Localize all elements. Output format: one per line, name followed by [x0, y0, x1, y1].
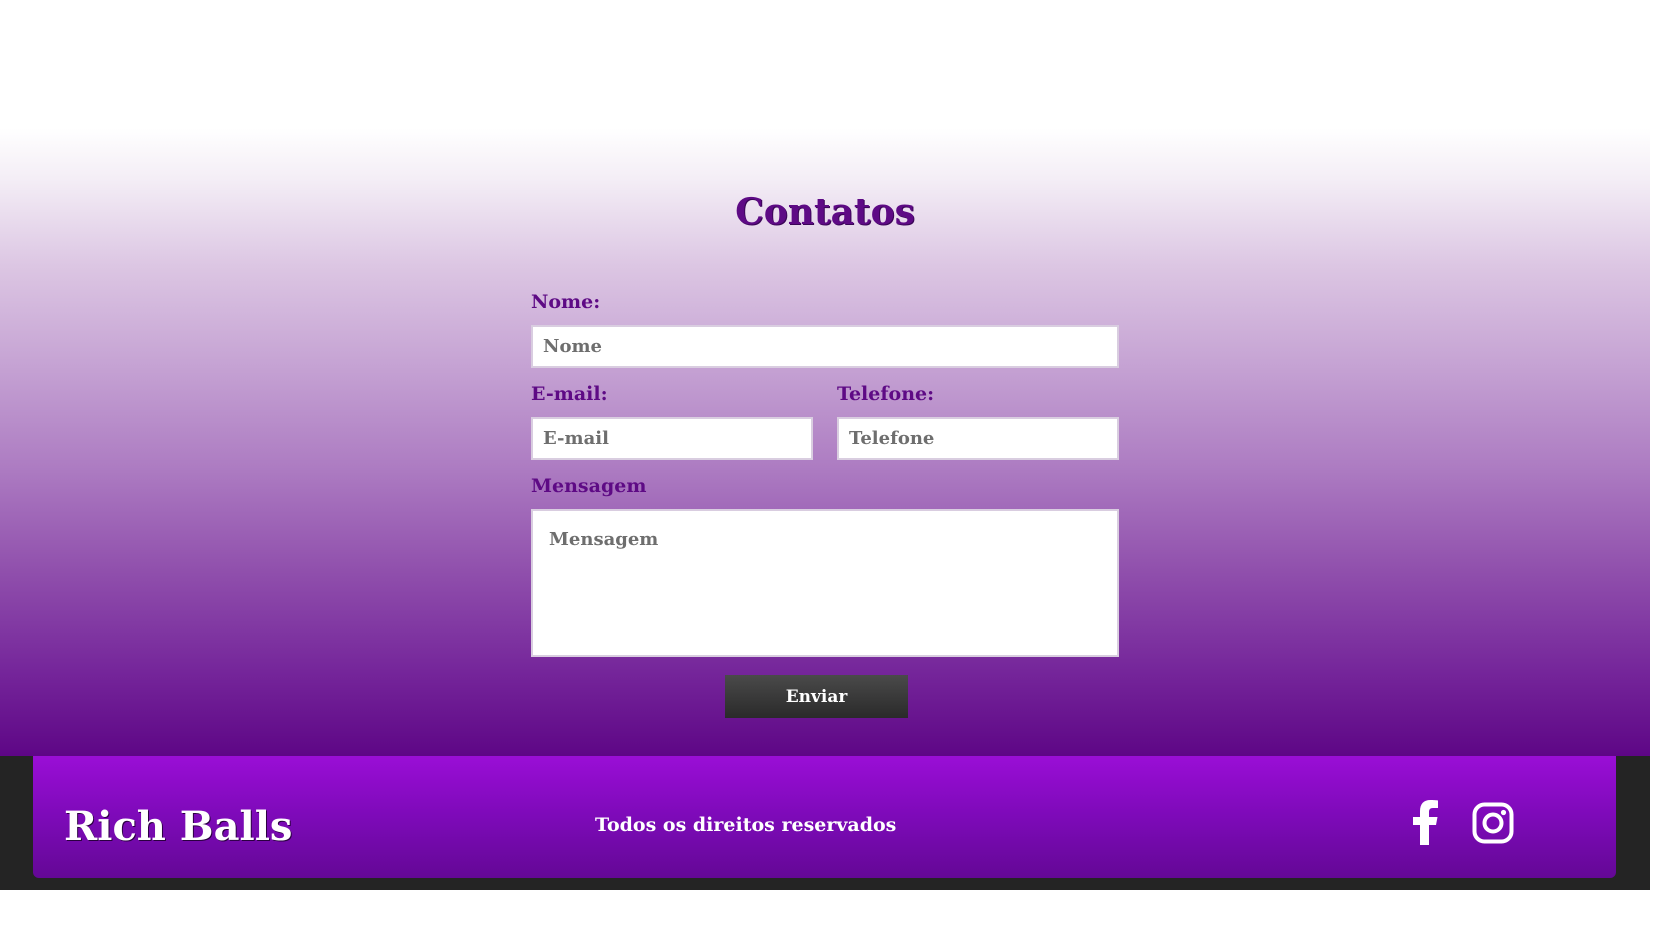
page-top-spacer — [0, 0, 1650, 128]
footer-copyright: Todos os direitos reservados — [595, 814, 897, 836]
instagram-icon[interactable] — [1472, 802, 1514, 848]
phone-input[interactable] — [837, 417, 1119, 460]
contact-title: Contatos — [735, 191, 915, 233]
message-label: Mensagem — [531, 475, 647, 497]
message-textarea[interactable] — [531, 509, 1119, 657]
name-input[interactable] — [531, 325, 1119, 368]
contact-section: Contatos — [0, 128, 1650, 756]
facebook-icon[interactable] — [1410, 799, 1440, 849]
phone-label: Telefone: — [837, 383, 935, 405]
footer-brand: Rich Balls — [64, 803, 293, 850]
email-input[interactable] — [531, 417, 813, 460]
name-label: Nome: — [531, 291, 601, 313]
email-label: E-mail: — [531, 383, 608, 405]
submit-button[interactable]: Enviar — [725, 675, 908, 718]
page-right-margin — [1650, 0, 1670, 938]
